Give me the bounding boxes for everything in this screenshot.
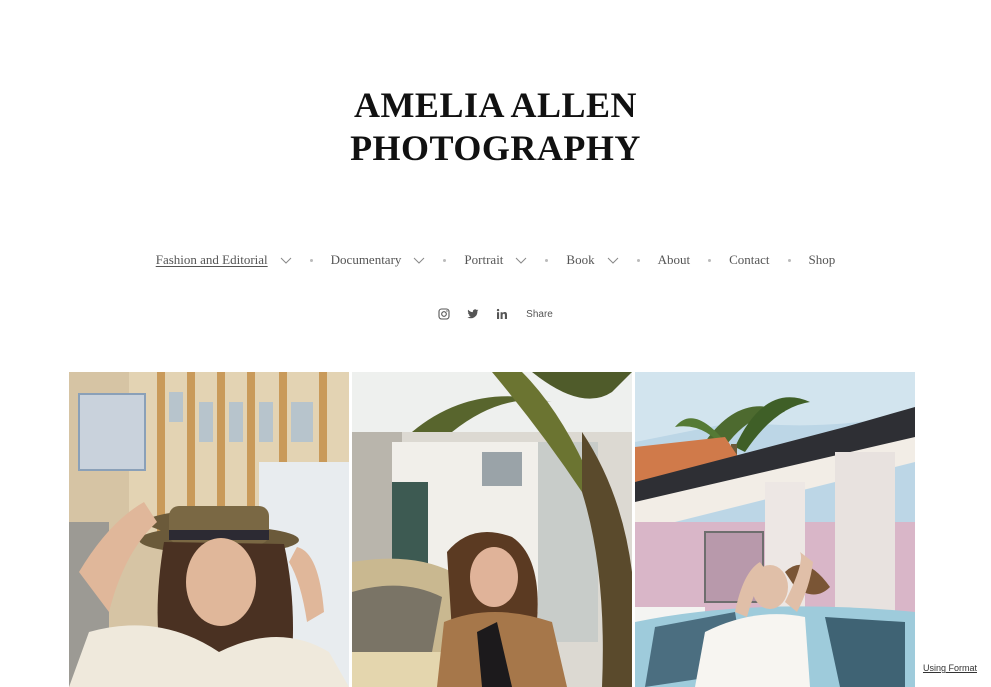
nav-item-contact[interactable]: Contact [729,252,769,268]
photo-image [635,372,915,687]
nav-item-fashion-and-editorial[interactable]: Fashion and Editorial [156,252,292,268]
using-format-link[interactable]: Using Format [923,663,977,673]
site-title[interactable]: AMELIA ALLEN PHOTOGRAPHY [0,84,991,170]
nav-item-label: Book [566,252,595,267]
gallery-photo-woman-on-car-hood[interactable] [352,372,632,687]
nav-separator [708,258,712,262]
nav-separator [443,258,447,262]
nav-separator [545,258,549,262]
site-title-line1: AMELIA ALLEN [353,85,638,125]
photo-image [352,372,632,687]
share-link[interactable]: Share [526,309,553,320]
chevron-down-icon[interactable] [413,254,425,266]
photo-gallery [69,372,915,687]
nav-item-label: Shop [808,252,836,267]
nav-item-label: About [657,252,691,267]
nav-item-about[interactable]: About [658,252,691,268]
chevron-down-icon[interactable] [607,254,619,266]
chevron-down-icon[interactable] [515,254,527,266]
social-links: Share [0,308,991,320]
nav-item-book[interactable]: Book [566,252,618,268]
nav-item-label: Portrait [464,252,504,267]
nav-separator [787,258,791,262]
photo-image [69,372,349,687]
nav-item-shop[interactable]: Shop [809,252,836,268]
twitter-icon[interactable] [467,308,479,320]
site-title-line2: PHOTOGRAPHY [350,128,641,168]
gallery-photo-woman-in-hat[interactable] [69,372,349,687]
nav-item-label: Contact [729,252,770,267]
linkedin-icon[interactable] [496,308,508,320]
main-nav: Fashion and Editorial Documentary Portra… [0,252,991,268]
nav-item-portrait[interactable]: Portrait [464,252,527,268]
instagram-icon[interactable] [438,308,450,320]
nav-separator [636,258,640,262]
nav-item-label: Fashion and Editorial [155,252,268,267]
nav-item-documentary[interactable]: Documentary [331,252,426,268]
chevron-down-icon[interactable] [280,254,292,266]
gallery-photo-woman-leaning-on-car[interactable] [635,372,915,687]
nav-item-label: Documentary [330,252,402,267]
nav-separator [309,258,313,262]
